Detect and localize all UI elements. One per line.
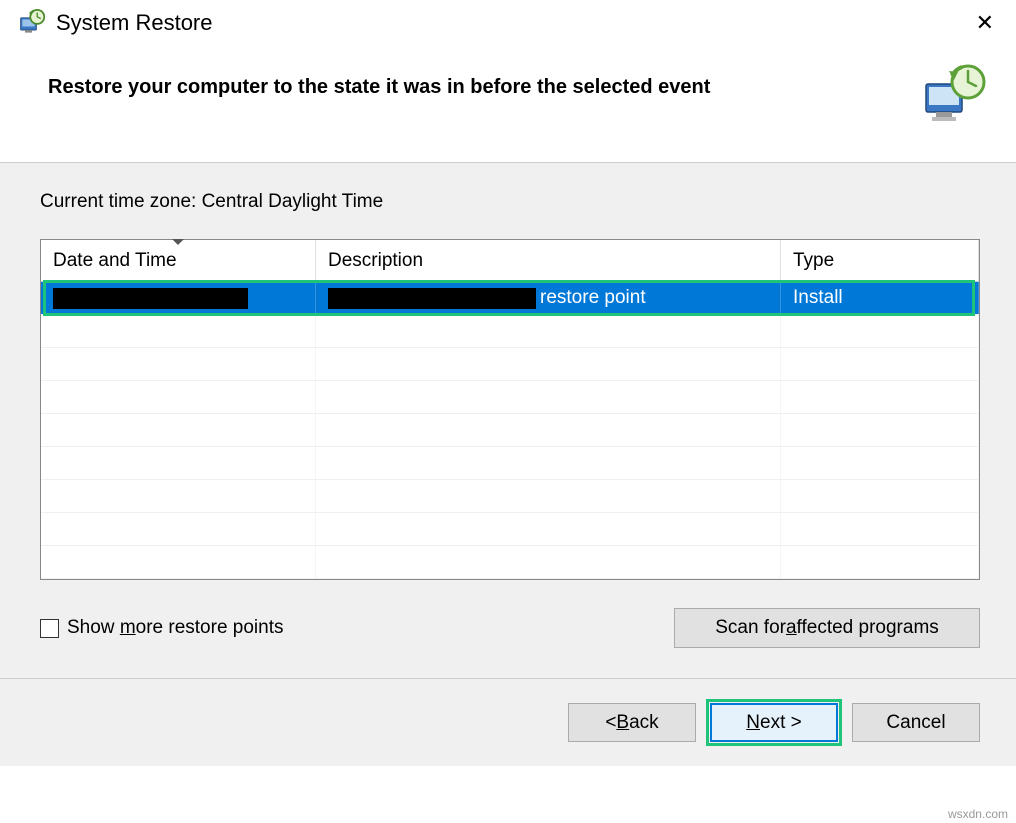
scan-affected-programs-button[interactable]: Scan for affected programs <box>674 608 980 648</box>
show-more-checkbox[interactable]: Show more restore points <box>40 617 674 639</box>
cancel-button[interactable]: Cancel <box>852 703 980 742</box>
system-restore-large-icon <box>920 62 990 132</box>
back-button[interactable]: < Back <box>568 703 696 742</box>
system-restore-icon <box>18 9 46 37</box>
next-button[interactable]: Next > <box>710 703 838 742</box>
table-row[interactable]: restore point Install <box>41 282 979 315</box>
table-header: Date and Time Description Type <box>41 240 979 282</box>
column-header-date[interactable]: Date and Time <box>41 240 316 281</box>
header-section: Restore your computer to the state it wa… <box>0 50 1016 163</box>
below-table-controls: Show more restore points Scan for affect… <box>40 608 980 678</box>
cell-type: Install <box>781 282 979 314</box>
table-row[interactable] <box>41 480 979 513</box>
table-row[interactable] <box>41 414 979 447</box>
title-bar: System Restore ✕ <box>0 0 1016 50</box>
table-row[interactable] <box>41 315 979 348</box>
redacted-text <box>53 288 248 309</box>
checkbox-label: Show more restore points <box>67 617 284 639</box>
instruction-text: Restore your computer to the state it wa… <box>48 76 920 132</box>
table-body: restore point Install <box>41 282 979 579</box>
checkbox-icon <box>40 619 59 638</box>
watermark-text: wsxdn.com <box>948 807 1008 821</box>
window-title: System Restore <box>56 10 966 36</box>
table-row[interactable] <box>41 546 979 579</box>
table-row[interactable] <box>41 447 979 480</box>
footer-buttons: < Back Next > Cancel <box>0 678 1016 766</box>
timezone-label: Current time zone: Central Daylight Time <box>40 191 980 213</box>
sort-indicator-icon <box>172 239 184 245</box>
cell-description: restore point <box>316 282 781 314</box>
table-row[interactable] <box>41 513 979 546</box>
redacted-text <box>328 288 536 309</box>
cell-date <box>41 282 316 314</box>
content-area: Current time zone: Central Daylight Time… <box>0 163 1016 678</box>
column-header-type[interactable]: Type <box>781 240 979 281</box>
close-button[interactable]: ✕ <box>966 6 1004 40</box>
table-row[interactable] <box>41 348 979 381</box>
table-row[interactable] <box>41 381 979 414</box>
restore-points-table[interactable]: Date and Time Description Type restore p… <box>40 239 980 580</box>
column-header-description[interactable]: Description <box>316 240 781 281</box>
